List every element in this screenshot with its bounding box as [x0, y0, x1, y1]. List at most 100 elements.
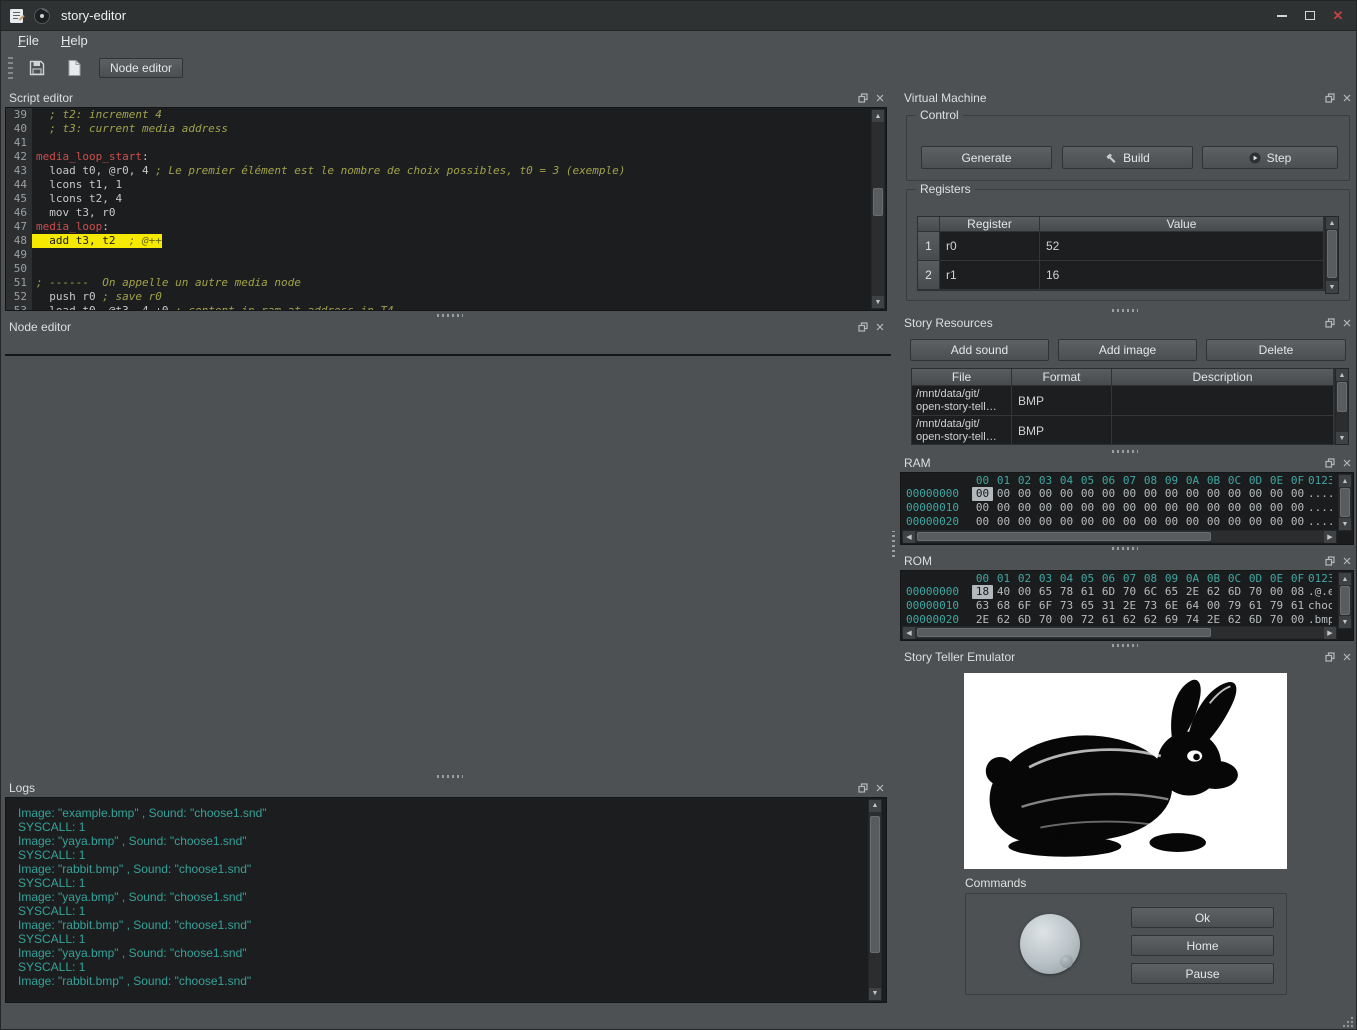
scroll-thumb[interactable] [917, 532, 1211, 541]
float-icon[interactable] [1323, 317, 1336, 329]
scroll-down-icon[interactable]: ▼ [1326, 281, 1338, 293]
scroll-down-icon[interactable]: ▼ [1339, 518, 1351, 530]
scroll-track[interactable] [1326, 229, 1338, 281]
description-cell[interactable] [1112, 416, 1334, 445]
scroll-down-icon[interactable]: ▼ [1339, 616, 1351, 628]
close-icon[interactable] [1340, 651, 1353, 663]
splitter-handle[interactable] [1112, 644, 1138, 647]
scroll-thumb[interactable] [870, 816, 880, 953]
home-button[interactable]: Home [1131, 935, 1274, 956]
scroll-down-icon[interactable]: ▼ [1336, 432, 1348, 444]
register-cell[interactable]: r1 [940, 261, 1040, 290]
script-line[interactable]: 53 load t0, @t3, 4 +0 ; content in ram a… [6, 304, 886, 311]
format-cell[interactable]: BMP [1012, 416, 1112, 445]
close-icon[interactable] [873, 782, 886, 794]
script-line[interactable]: 39 ; t2: increment 4 [6, 108, 886, 122]
scroll-thumb[interactable] [917, 628, 1211, 637]
scroll-left-icon[interactable]: ◀ [903, 531, 915, 543]
logs-panel[interactable]: Image: "example.bmp" , Sound: "choose1.s… [5, 797, 887, 1003]
script-line[interactable]: 42media_loop_start: [6, 150, 886, 164]
scroll-track[interactable] [869, 812, 881, 988]
close-icon[interactable] [1340, 317, 1353, 329]
script-line[interactable]: 40 ; t3: current media address [6, 122, 886, 136]
save-button[interactable] [24, 55, 50, 81]
script-line[interactable]: 46 mov t3, r0 [6, 206, 886, 220]
row-header[interactable]: 2 [918, 261, 940, 290]
command-knob[interactable] [1020, 914, 1080, 974]
close-icon[interactable] [1340, 92, 1353, 104]
value-cell[interactable]: 52 [1040, 232, 1324, 261]
file-cell[interactable]: /mnt/data/git/open-story-tell… [912, 386, 1012, 416]
script-editor[interactable]: 39 ; t2: increment 440 ; t3: current med… [5, 107, 887, 311]
scroll-track[interactable] [915, 531, 1324, 542]
hex-row[interactable]: 0000001063686F6F7365312E736E640079617961… [902, 599, 1337, 613]
splitter-handle[interactable] [1112, 547, 1138, 550]
maximize-button[interactable] [1296, 5, 1324, 27]
splitter-handle[interactable] [892, 531, 895, 557]
close-button[interactable]: ✕ [1324, 5, 1352, 27]
scroll-down-icon[interactable]: ▼ [869, 988, 881, 1000]
scroll-track[interactable] [872, 122, 884, 296]
ram-panel[interactable]: 000102030405060708090A0B0C0D0E0F01234567… [900, 472, 1354, 545]
column-header[interactable]: File [912, 369, 1012, 386]
scroll-up-icon[interactable]: ▲ [1339, 475, 1351, 487]
float-icon[interactable] [1323, 92, 1336, 104]
row-header[interactable]: 1 [918, 232, 940, 261]
close-icon[interactable] [1340, 457, 1353, 469]
ram-vscrollbar[interactable]: ▲ ▼ [1338, 474, 1352, 531]
node-editor-toggle-button[interactable]: Node editor [99, 58, 183, 78]
script-line[interactable]: 43 load t0, @r0, 4 ; Le premier élément … [6, 164, 886, 178]
register-cell[interactable]: r0 [940, 232, 1040, 261]
node-canvas[interactable]: NodePort Out ImageTexts LabelSelectSound… [5, 354, 891, 356]
logs-scrollbar[interactable]: ▲ ▼ [868, 799, 882, 1001]
close-icon[interactable] [873, 321, 886, 333]
build-button[interactable]: Build [1062, 146, 1193, 169]
rom-panel[interactable]: 000102030405060708090A0B0C0D0E0F01234567… [900, 570, 1354, 641]
add-sound-button[interactable]: Add sound [910, 339, 1049, 361]
scroll-track[interactable] [915, 627, 1324, 638]
hex-row[interactable]: 0000001000000000000000000000000000000000… [902, 501, 1337, 515]
column-header[interactable]: Format [1012, 369, 1112, 386]
resources-scrollbar[interactable]: ▲ ▼ [1335, 368, 1349, 445]
scroll-up-icon[interactable]: ▲ [872, 110, 884, 122]
minimize-button[interactable] [1268, 5, 1296, 27]
menu-item-help[interactable]: Help [54, 32, 95, 49]
scroll-left-icon[interactable]: ◀ [903, 627, 915, 639]
scroll-track[interactable] [1339, 487, 1351, 518]
script-scrollbar[interactable]: ▲ ▼ [871, 109, 885, 309]
scroll-down-icon[interactable]: ▼ [872, 296, 884, 308]
scroll-thumb[interactable] [1340, 586, 1350, 615]
scroll-up-icon[interactable]: ▲ [1336, 369, 1348, 381]
float-icon[interactable] [1323, 457, 1336, 469]
description-cell[interactable] [1112, 386, 1334, 416]
column-header[interactable]: Description [1112, 369, 1334, 386]
scroll-thumb[interactable] [1327, 230, 1337, 278]
script-line[interactable]: 41 [6, 136, 886, 150]
scroll-track[interactable] [1336, 381, 1348, 432]
scroll-up-icon[interactable]: ▲ [1339, 573, 1351, 585]
rom-hscrollbar[interactable]: ◀ ▶ [902, 626, 1337, 639]
float-icon[interactable] [856, 92, 869, 104]
hex-row[interactable]: 000000202E626D70007261626269742E626D7000… [902, 613, 1337, 627]
generate-button[interactable]: Generate [921, 146, 1052, 169]
float-icon[interactable] [1323, 651, 1336, 663]
scroll-right-icon[interactable]: ▶ [1324, 627, 1336, 639]
script-line[interactable]: 50 [6, 262, 886, 276]
ram-hscrollbar[interactable]: ◀ ▶ [902, 530, 1337, 543]
ram-hex[interactable]: 000102030405060708090A0B0C0D0E0F01234567… [902, 474, 1337, 531]
ok-button[interactable]: Ok [1131, 907, 1274, 928]
hex-row[interactable]: 0000000000000000000000000000000000000000… [902, 487, 1337, 501]
float-icon[interactable] [856, 321, 869, 333]
close-icon[interactable] [1340, 555, 1353, 567]
menu-item-file[interactable]: File [11, 32, 46, 49]
scroll-track[interactable] [1339, 585, 1351, 616]
toolbar-handle[interactable] [8, 57, 13, 79]
step-button[interactable]: Step [1202, 146, 1338, 169]
close-icon[interactable] [873, 92, 886, 104]
scroll-thumb[interactable] [873, 188, 883, 216]
file-cell[interactable]: /mnt/data/git/open-story-tell… [912, 416, 1012, 445]
script-line[interactable]: 44 lcons t1, 1 [6, 178, 886, 192]
scroll-up-icon[interactable]: ▲ [869, 800, 881, 812]
script-line[interactable]: 45 lcons t2, 4 [6, 192, 886, 206]
hex-row[interactable]: 0000002000000000000000000000000000000000… [902, 515, 1337, 529]
